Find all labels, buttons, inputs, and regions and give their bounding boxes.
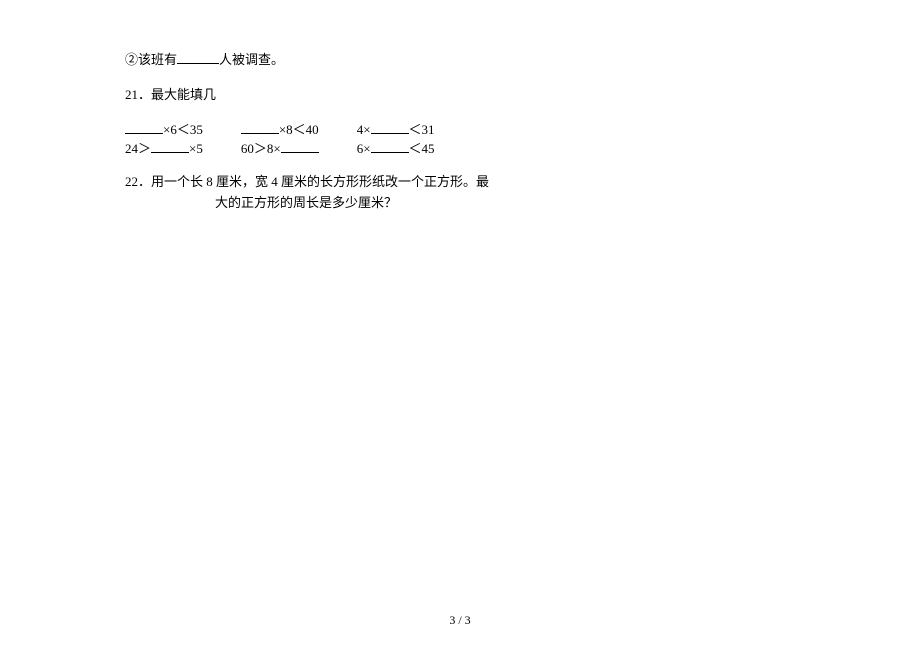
blank-input[interactable] <box>177 50 219 64</box>
q20b-suffix: 人被调查。 <box>219 52 284 67</box>
text: 60＞8× <box>241 141 281 156</box>
blank-input[interactable] <box>125 120 163 134</box>
blank-input[interactable] <box>241 120 279 134</box>
text: ＜31 <box>409 122 435 137</box>
text: ＜45 <box>409 141 435 156</box>
q22-line1: 用一个长 8 厘米，宽 4 厘米的长方形形纸改一个正方形。最 <box>151 174 489 189</box>
text: 4× <box>357 122 371 137</box>
text: 6× <box>357 141 371 156</box>
blank-input[interactable] <box>371 120 409 134</box>
document-page: ②该班有 人被调查。 21．最大能填几 ×6＜35 ×8＜40 4× ＜31 24＞… <box>0 0 920 248</box>
blank-input[interactable] <box>281 139 319 153</box>
text: ×8＜40 <box>279 122 319 137</box>
question-20b: ②该班有 人被调查。 <box>125 50 795 71</box>
question-22: 22．用一个长 8 厘米，宽 4 厘米的长方形形纸改一个正方形。最 大的正方形的… <box>125 172 795 214</box>
q21-cell: 4× ＜31 <box>357 120 435 139</box>
q22-label: 22． <box>125 174 151 189</box>
q21-cell: ×8＜40 <box>241 120 319 139</box>
blank-input[interactable] <box>151 139 189 153</box>
q21-cell: 24＞ ×5 <box>125 139 203 158</box>
blank-input[interactable] <box>371 139 409 153</box>
text: ×6＜35 <box>163 122 203 137</box>
q21-cell: 6× ＜45 <box>357 139 435 158</box>
page-footer: 3 / 3 <box>0 613 920 628</box>
text: 24＞ <box>125 141 151 156</box>
q21-cell: 60＞8× <box>241 139 319 158</box>
q20b-prefix: ②该班有 <box>125 52 177 67</box>
text: ×5 <box>189 141 203 156</box>
question-21-grid: ×6＜35 ×8＜40 4× ＜31 24＞ ×5 60＞8× 6× ＜45 <box>125 120 795 158</box>
q21-row-2: 24＞ ×5 60＞8× 6× ＜45 <box>125 139 795 158</box>
q21-row-1: ×6＜35 ×8＜40 4× ＜31 <box>125 120 795 139</box>
q22-line2: 大的正方形的周长是多少厘米？ <box>215 193 795 214</box>
q21-cell: ×6＜35 <box>125 120 203 139</box>
question-21-label: 21．最大能填几 <box>125 85 795 106</box>
